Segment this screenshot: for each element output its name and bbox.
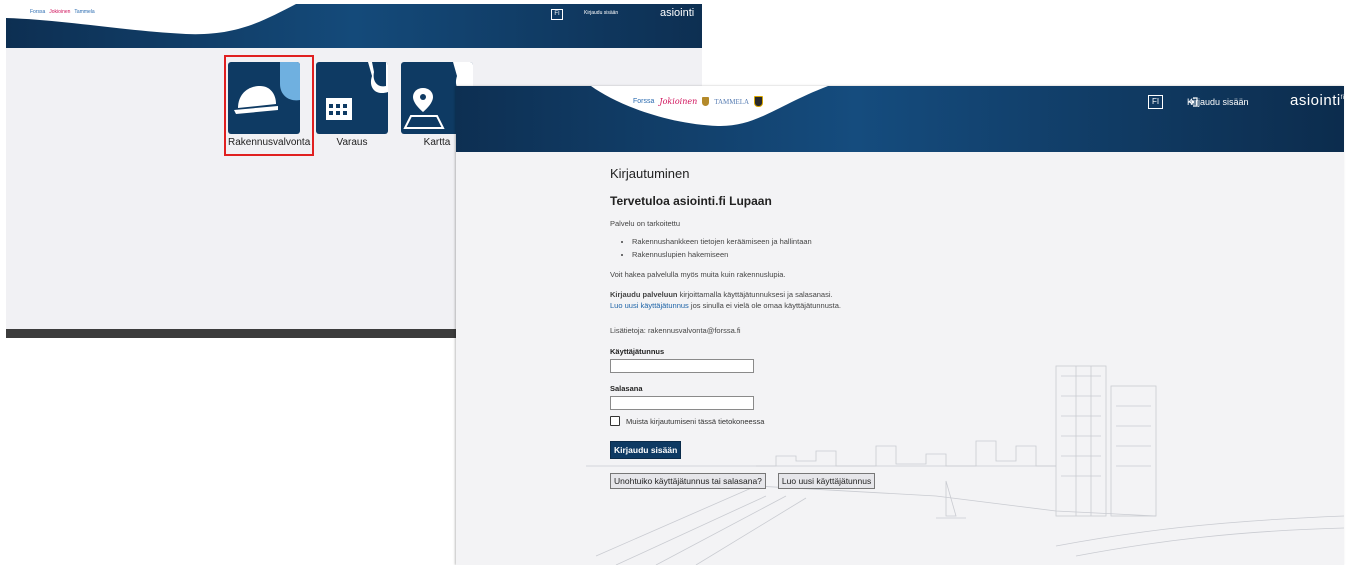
brand-name: asiointi: [1290, 92, 1341, 109]
username-input[interactable]: [610, 359, 754, 373]
back-header: Forssa Jokioinen Tammela FI Kirjaudu sis…: [6, 4, 702, 48]
back-logo-tammela: Tammela: [74, 9, 95, 15]
create-account-button[interactable]: Luo uusi käyttäjätunnus: [777, 473, 876, 489]
calendar-icon: [326, 62, 388, 120]
logo-forssa: Forssa: [633, 98, 655, 105]
login-instruction: Kirjaudu palveluun kirjoittamalla käyttä…: [610, 289, 1010, 300]
page-title: Kirjautuminen: [610, 166, 690, 181]
brand-mark: fi: [1340, 95, 1344, 101]
purpose-list: Rakennushankkeen tietojen keräämiseen ja…: [610, 235, 1010, 261]
header-wave: [456, 86, 1344, 152]
logo-jokioinen: Jokioinen: [659, 97, 698, 106]
login-screenshot: Forssa Jokioinen TAMMELA FI Kirjaudu sis…: [456, 86, 1344, 565]
list-item: Rakennushankkeen tietojen keräämiseen ja…: [632, 235, 1010, 248]
login-instruction-rest: kirjoittamalla käyttäjätunnuksesi ja sal…: [677, 290, 833, 299]
new-user-link[interactable]: Luo uusi käyttäjätunnus: [610, 301, 689, 310]
welcome-heading: Tervetuloa asiointi.fi Lupaan: [610, 194, 772, 208]
login-instruction-bold: Kirjaudu palveluun: [610, 290, 678, 299]
also-text: Voit hakea palvelulla myös muita kuin ra…: [610, 270, 786, 279]
login-button[interactable]: Kirjaudu sisään: [610, 441, 682, 459]
remember-checkbox[interactable]: [610, 416, 620, 426]
forgot-credentials-button[interactable]: Unohtuiko käyttäjätunnus tai salasana?: [610, 473, 766, 489]
list-item: Rakennuslupien hakemiseen: [632, 248, 1010, 261]
municipality-logos: Forssa Jokioinen TAMMELA: [633, 96, 764, 107]
header-login-link[interactable]: Kirjaudu sisään: [1187, 97, 1249, 107]
login-icon: [1188, 97, 1198, 107]
logo-tammela: TAMMELA: [714, 97, 750, 106]
back-language-button[interactable]: FI: [551, 9, 563, 20]
remember-label: Muista kirjautumiseni tässä tietokoneess…: [626, 416, 765, 426]
crest-icon: [754, 96, 764, 107]
brand-asiointi: asiointifi: [1290, 92, 1344, 109]
language-button[interactable]: FI: [1148, 95, 1163, 109]
crest-icon: [702, 97, 710, 106]
back-login-link[interactable]: Kirjaudu sisään: [584, 10, 618, 16]
intro-text: Palvelu on tarkoitettu: [610, 219, 681, 228]
info-text: Lisätietoja: rakennusvalvonta@forssa.fi: [610, 326, 741, 335]
back-brand: asiointi: [660, 7, 695, 19]
tile-varaus[interactable]: [316, 62, 388, 134]
password-input[interactable]: [610, 396, 754, 410]
highlight-box: [224, 55, 314, 156]
new-user-rest: jos sinulla ei vielä ole omaa käyttäjätu…: [688, 301, 841, 310]
back-logos: Forssa Jokioinen Tammela: [30, 9, 95, 15]
password-label: Salasana: [610, 384, 643, 393]
new-user-text: Luo uusi käyttäjätunnus jos sinulla ei v…: [610, 300, 1010, 311]
login-content: Kirjautuminen Tervetuloa asiointi.fi Lup…: [610, 166, 1010, 489]
back-logo-jokioinen: Jokioinen: [49, 9, 71, 15]
remember-row: Muista kirjautumiseni tässä tietokoneess…: [610, 416, 1010, 426]
secondary-buttons: Unohtuiko käyttäjätunnus tai salasana? L…: [610, 473, 1010, 489]
back-logo-forssa: Forssa: [30, 9, 46, 15]
username-label: Käyttäjätunnus: [610, 347, 665, 356]
header: Forssa Jokioinen TAMMELA FI Kirjaudu sis…: [456, 86, 1344, 152]
tile-label-varaus: Varaus: [336, 137, 368, 148]
